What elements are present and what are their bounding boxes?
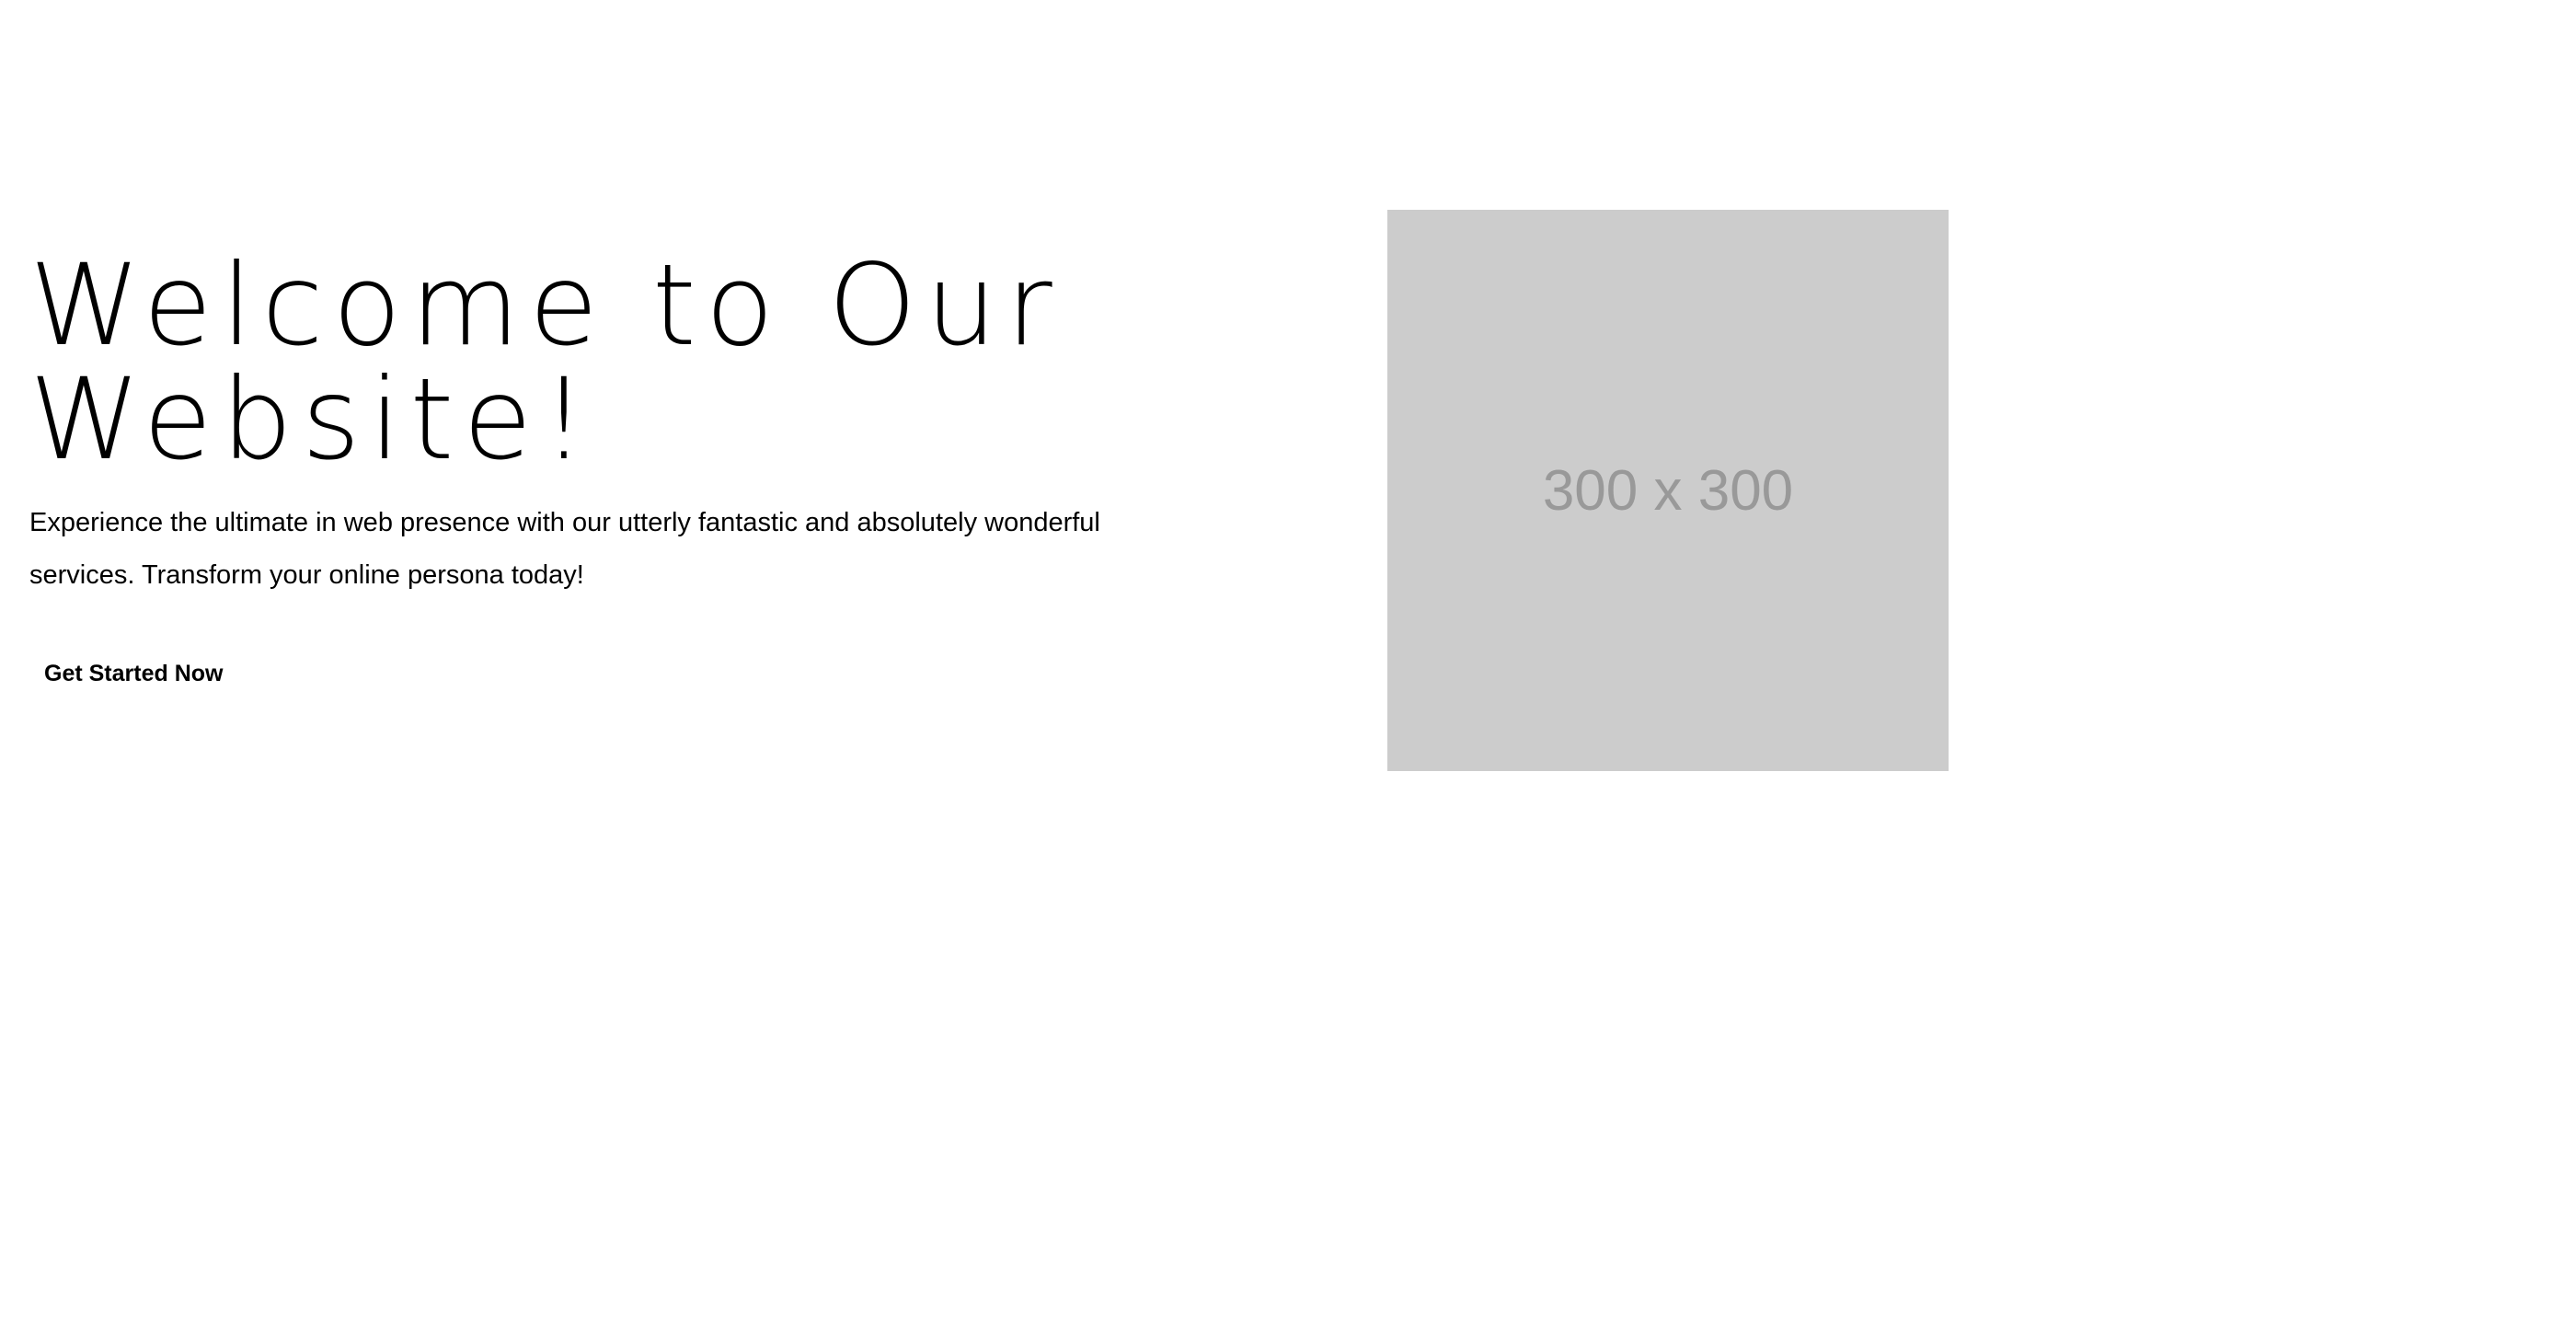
hero-title: Welcome to Our Website!: [29, 248, 1170, 477]
placeholder-image-label: 300 x 300: [1542, 458, 1794, 523]
hero-placeholder-image: 300 x 300: [1387, 210, 1949, 771]
get-started-button[interactable]: Get Started Now: [29, 653, 237, 695]
page: Welcome to Our Website! Experience the u…: [0, 0, 2576, 1325]
hero-title-line-1: Welcome to Our: [29, 240, 1062, 371]
hero-section: Welcome to Our Website! Experience the u…: [29, 248, 1170, 695]
hero-subtitle: Experience the ultimate in web presence …: [29, 508, 1100, 590]
hero-title-line-2: Website!: [29, 354, 596, 485]
